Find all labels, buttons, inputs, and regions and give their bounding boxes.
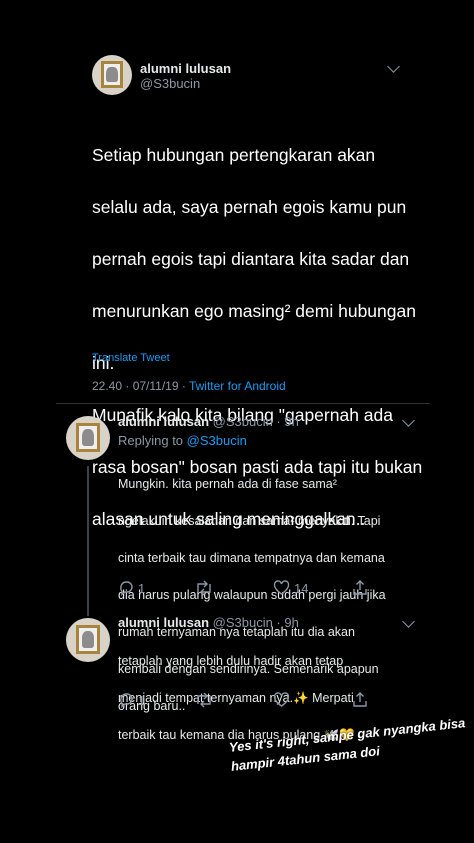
reply-display-name[interactable]: alumni lulusan <box>118 414 209 429</box>
tweet-source-link[interactable]: Twitter for Android <box>189 379 286 393</box>
main-avatar[interactable] <box>92 55 132 95</box>
reply-line: Mungkin. kita pernah ada di fase sama² <box>118 476 337 491</box>
like-button[interactable] <box>273 692 290 708</box>
tweet-timestamp: 22.40 · 07/11/19 · Twitter for Android <box>92 379 286 393</box>
person-icon <box>106 67 118 83</box>
share-button[interactable] <box>352 579 368 596</box>
like-icon <box>273 692 290 707</box>
replying-to-handle[interactable]: @S3bucin <box>187 433 247 448</box>
reply-line: ngelakuin kesalahan dan sama² menyakiti.… <box>118 513 381 528</box>
reply-avatar[interactable] <box>66 416 110 460</box>
share-button[interactable] <box>352 691 368 708</box>
reply-count: 1 <box>138 580 146 596</box>
reply-avatar[interactable] <box>66 618 110 662</box>
timestamp-text: 22.40 · 07/11/19 · <box>92 379 189 393</box>
like-icon <box>273 580 290 595</box>
reply-display-name[interactable]: alumni lulusan <box>118 615 209 630</box>
reply-header: alumni lulusan @S3bucin · 9h <box>118 615 299 630</box>
like-count: 14 <box>294 580 309 596</box>
main-username[interactable]: @S3bucin <box>140 76 200 91</box>
share-icon <box>353 580 367 595</box>
retweet-button[interactable] <box>194 692 214 708</box>
translate-tweet-link[interactable]: Translate Tweet <box>92 352 170 364</box>
divider <box>56 403 430 404</box>
reply-icon <box>120 693 133 708</box>
reply-icon <box>120 581 133 596</box>
main-display-name[interactable]: alumni lulusan <box>140 61 231 76</box>
tweet-line: selalu ada, saya pernah egois kamu pun <box>92 197 407 217</box>
tweet-line: pernah egois tapi diantara kita sadar da… <box>92 249 410 269</box>
reply-button[interactable]: 1 <box>118 580 145 596</box>
retweet-icon <box>197 692 211 708</box>
reply-username[interactable]: @S3bucin · 9h <box>213 615 299 630</box>
person-icon <box>81 631 95 648</box>
retweet-button[interactable] <box>194 580 218 596</box>
replying-to: Replying to @S3bucin <box>118 433 247 448</box>
reply-line: tetaplah yang lebih dulu hadir akan teta… <box>118 653 344 668</box>
reply-line: cinta terbaik tau dimana tempatnya dan k… <box>118 550 385 565</box>
reply-button[interactable]: 1 <box>118 692 145 708</box>
replying-prefix: Replying to <box>118 433 187 448</box>
reply-count: 1 <box>138 692 146 708</box>
reply-username[interactable]: @S3bucin · 9h <box>213 414 299 429</box>
retweet-icon <box>197 580 211 596</box>
tweet-line: menurunkan ego masing² demi hubungan <box>92 301 416 321</box>
reply-header: alumni lulusan @S3bucin · 9h <box>118 414 299 429</box>
chevron-down-icon[interactable] <box>387 60 400 73</box>
share-icon <box>353 692 367 707</box>
person-icon <box>81 429 95 446</box>
tweet-line: Setiap hubungan pertengkaran akan <box>92 145 376 165</box>
like-button[interactable]: 14 <box>273 580 308 596</box>
thread-line <box>87 466 89 616</box>
